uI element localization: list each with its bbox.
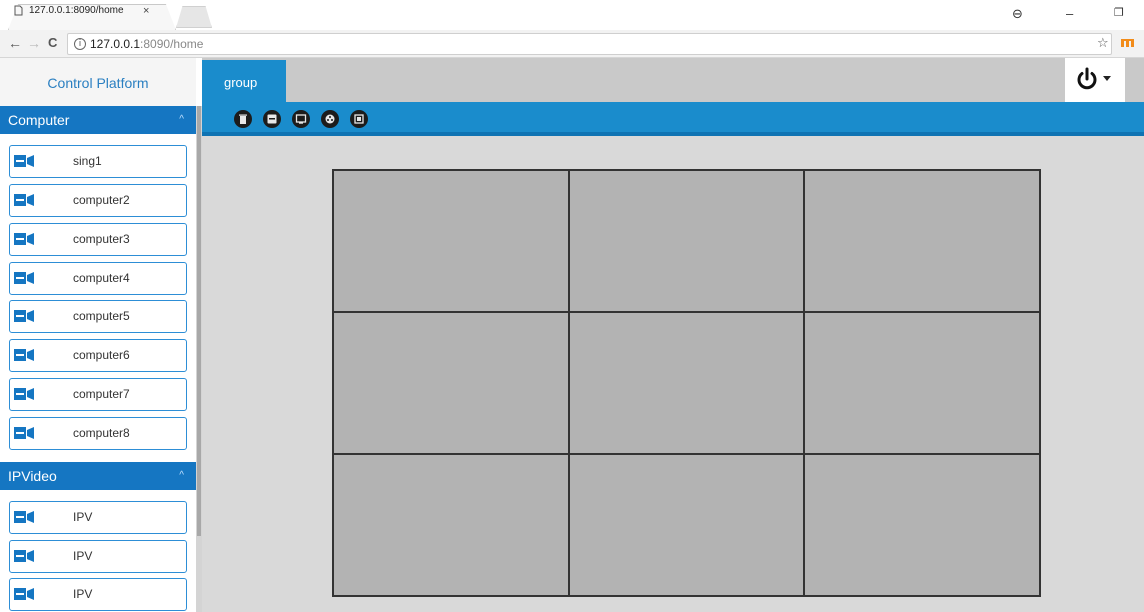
list-item[interactable]: computer5 [9,300,187,333]
bookmark-star-icon[interactable]: ☆ [1097,35,1109,51]
list-item-label: computer3 [73,232,130,246]
power-menu[interactable] [1065,58,1125,102]
wall-screen-cell[interactable] [333,312,569,454]
screen-icon[interactable] [292,110,310,128]
tab-close-icon[interactable]: × [143,5,1128,17]
list-item-label: IPV [73,587,93,601]
back-button[interactable]: ← [8,35,22,51]
minimize-button[interactable]: – [1066,6,1073,21]
camera-icon [14,427,34,439]
wall-screen-cell[interactable] [568,312,805,454]
list-item[interactable]: computer3 [9,223,187,256]
list-item[interactable]: computer2 [9,184,187,217]
camera-icon [14,310,34,322]
extension-icon[interactable] [1120,38,1136,48]
list-item-label: computer2 [73,193,130,207]
display-icon[interactable] [350,110,368,128]
main-panel: group [202,58,1144,612]
list-item[interactable]: computer4 [9,262,187,295]
browser-toolbar: ← → C i 127.0.0.1:8090/home ☆ [0,30,1144,58]
camera-icon [14,155,34,167]
wall-screen-cell[interactable] [804,454,1040,596]
film-icon[interactable] [321,110,339,128]
camera-icon [14,388,34,400]
list-item-label: IPV [73,510,93,524]
wall-screen-cell[interactable] [568,454,805,596]
list-item-label: IPV [73,549,93,563]
tab-group[interactable]: group [202,60,286,102]
wall-screen-cell[interactable] [804,170,1040,312]
caret-down-icon[interactable] [1103,76,1111,81]
sidebar-title: Control Platform [0,58,196,106]
account-icon[interactable]: ⊖ [1012,6,1023,22]
camera-icon [14,233,34,245]
camera-icon [14,511,34,523]
group-title: Computer [8,112,70,128]
info-icon[interactable]: i [74,38,86,50]
group-header-ipvideo[interactable]: IPVideo ^ [0,462,196,490]
list-item[interactable]: IPV [9,578,187,611]
camera-icon [14,194,34,206]
app-root: Control Platform Computer ^ sing1 comput… [0,58,1144,612]
camera-icon [14,588,34,600]
camera-icon [14,550,34,562]
browser-tabstrip: 127.0.0.1:8090/home × ⊖ – ❐ [0,0,1144,30]
list-item-label: sing1 [73,154,102,168]
action-toolbar [202,102,1144,136]
reload-button[interactable]: C [48,35,57,50]
wall-screen-cell[interactable] [804,312,1040,454]
list-item-label: computer4 [73,271,130,285]
chevron-up-icon[interactable]: ^ [179,462,184,490]
restore-button[interactable]: ❐ [1114,6,1124,19]
list-item[interactable]: computer8 [9,417,187,450]
list-item-label: computer5 [73,309,130,323]
wall-screen-cell[interactable] [333,170,569,312]
url-host: 127.0.0.1 [90,37,141,51]
list-item-label: computer8 [73,426,130,440]
list-item[interactable]: IPV [9,501,187,534]
list-item[interactable]: computer7 [9,378,187,411]
save-icon[interactable] [263,110,281,128]
list-item-label: computer7 [73,387,130,401]
list-item[interactable]: sing1 [9,145,187,178]
chevron-up-icon[interactable]: ^ [179,106,184,134]
sidebar: Control Platform Computer ^ sing1 comput… [0,58,196,612]
list-item-label: computer6 [73,348,130,362]
wall-screen-cell[interactable] [333,454,569,596]
tab-bar: group [202,58,1144,102]
browser-tab-content: 127.0.0.1:8090/home [14,5,124,16]
sidebar-scrollbar-thumb[interactable] [197,106,201,536]
camera-icon [14,349,34,361]
video-wall-grid [332,169,1041,597]
video-wall-area [202,140,1144,612]
forward-button[interactable]: → [27,35,41,51]
page-icon [14,5,23,16]
power-icon[interactable] [1075,67,1099,91]
list-item[interactable]: computer6 [9,339,187,372]
camera-icon [14,272,34,284]
group-header-computer[interactable]: Computer ^ [0,106,196,134]
list-item[interactable]: IPV [9,540,187,573]
url-path: :8090/home [140,37,204,51]
address-bar[interactable]: i 127.0.0.1:8090/home [67,33,1112,55]
delete-icon[interactable] [234,110,252,128]
tab-title: 127.0.0.1:8090/home [29,5,124,16]
group-title: IPVideo [8,468,57,484]
wall-screen-cell[interactable] [568,170,805,312]
